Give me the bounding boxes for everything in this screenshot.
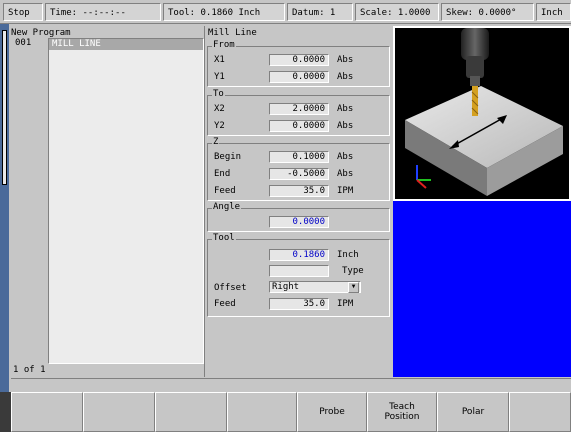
teach-position-button[interactable]: Teach Position: [367, 392, 437, 432]
program-title: New Program: [11, 28, 71, 38]
y2-label: Y2: [214, 121, 225, 131]
z-legend: Z: [212, 137, 220, 147]
probe-button[interactable]: Probe: [297, 392, 367, 432]
axis-triad-icon: [416, 165, 431, 189]
begin-unit: Abs: [337, 152, 354, 162]
milling-preview-illustration: [405, 28, 563, 196]
tool-feed-label: Feed: [214, 299, 236, 309]
page-count: 1 of 1: [13, 365, 46, 375]
chevron-down-icon[interactable]: ▼: [348, 282, 359, 293]
program-row-selected[interactable]: MILL LINE: [49, 39, 203, 50]
y2-field[interactable]: 0.0000: [269, 120, 329, 132]
softkey-2[interactable]: [83, 392, 155, 432]
spindle: [461, 28, 489, 60]
tool-readout: Tool: 0.1860 Inch: [163, 3, 285, 21]
end-label: End: [214, 169, 231, 179]
program-row-number[interactable]: 001: [15, 38, 31, 48]
datum-readout: Datum: 1: [287, 3, 353, 21]
x1-unit: Abs: [337, 55, 354, 65]
z-feed-field[interactable]: 35.0: [269, 185, 329, 197]
offset-label: Offset: [214, 283, 247, 293]
time-readout: Time: --:--:--: [45, 3, 161, 21]
softkey-8[interactable]: [509, 392, 571, 432]
program-list[interactable]: [48, 38, 204, 364]
y1-label: Y1: [214, 72, 225, 82]
status-bar: Stop Time: --:--:-- Tool: 0.1860 Inch Da…: [0, 0, 571, 24]
z-group: Z Begin 0.1000 Abs End -0.5000 Abs Feed …: [207, 137, 390, 201]
tool-holder: [466, 56, 484, 78]
tool-type-label: Type: [342, 266, 364, 276]
offset-value: Right: [272, 282, 300, 292]
skew-readout: Skew: 0.0000°: [441, 3, 534, 21]
z-feed-label: Feed: [214, 186, 236, 196]
tool-diameter-unit: Inch: [337, 250, 359, 260]
polar-button[interactable]: Polar: [437, 392, 509, 432]
form-title: Mill Line: [208, 28, 257, 38]
tool-legend: Tool: [212, 233, 236, 243]
x2-field[interactable]: 2.0000: [269, 103, 329, 115]
begin-label: Begin: [214, 152, 242, 162]
mill-line-form: Mill Line From X1 0.0000 Abs Y1 0.0000 A…: [204, 26, 392, 377]
from-legend: From: [212, 40, 236, 50]
info-area: [393, 201, 571, 377]
x2-unit: Abs: [337, 104, 354, 114]
softkey-1[interactable]: [11, 392, 83, 432]
units-readout: Inch: [536, 3, 571, 21]
from-group: From X1 0.0000 Abs Y1 0.0000 Abs: [207, 40, 390, 87]
left-edge-panel: [2, 30, 7, 185]
to-group: To X2 2.0000 Abs Y2 0.0000 Abs: [207, 89, 390, 136]
scale-readout: Scale: 1.0000: [355, 3, 439, 21]
y2-unit: Abs: [337, 121, 354, 131]
softkey-4[interactable]: [227, 392, 297, 432]
y1-field[interactable]: 0.0000: [269, 71, 329, 83]
graphics-viewport[interactable]: [393, 26, 571, 201]
tool-diameter-field[interactable]: 0.1860: [269, 249, 329, 261]
angle-field[interactable]: 0.0000: [269, 216, 329, 228]
x2-label: X2: [214, 104, 225, 114]
begin-field[interactable]: 0.1000: [269, 151, 329, 163]
program-list-panel: New Program 001 MILL LINE 1 of 1: [11, 26, 204, 377]
end-field[interactable]: -0.5000: [269, 168, 329, 180]
angle-group: Angle 0.0000: [207, 202, 390, 232]
softkey-3[interactable]: [155, 392, 227, 432]
tool-feed-field[interactable]: 35.0: [269, 298, 329, 310]
tool-type-field[interactable]: [269, 265, 329, 277]
message-bar: [11, 378, 571, 392]
z-feed-unit: IPM: [337, 186, 354, 196]
x1-field[interactable]: 0.0000: [269, 54, 329, 66]
y1-unit: Abs: [337, 72, 354, 82]
angle-legend: Angle: [212, 202, 242, 212]
to-legend: To: [212, 89, 225, 99]
offset-select[interactable]: Right ▼: [269, 281, 361, 293]
tool-group: Tool 0.1860 Inch Type Offset Right ▼ Fee…: [207, 233, 390, 317]
collet: [470, 76, 480, 86]
x1-label: X1: [214, 55, 225, 65]
mode-indicator: Stop: [3, 3, 43, 21]
tool-feed-unit: IPM: [337, 299, 354, 309]
end-unit: Abs: [337, 169, 354, 179]
softkey-bar: Probe Teach Position Polar: [11, 392, 571, 432]
corner-button[interactable]: [0, 392, 11, 432]
